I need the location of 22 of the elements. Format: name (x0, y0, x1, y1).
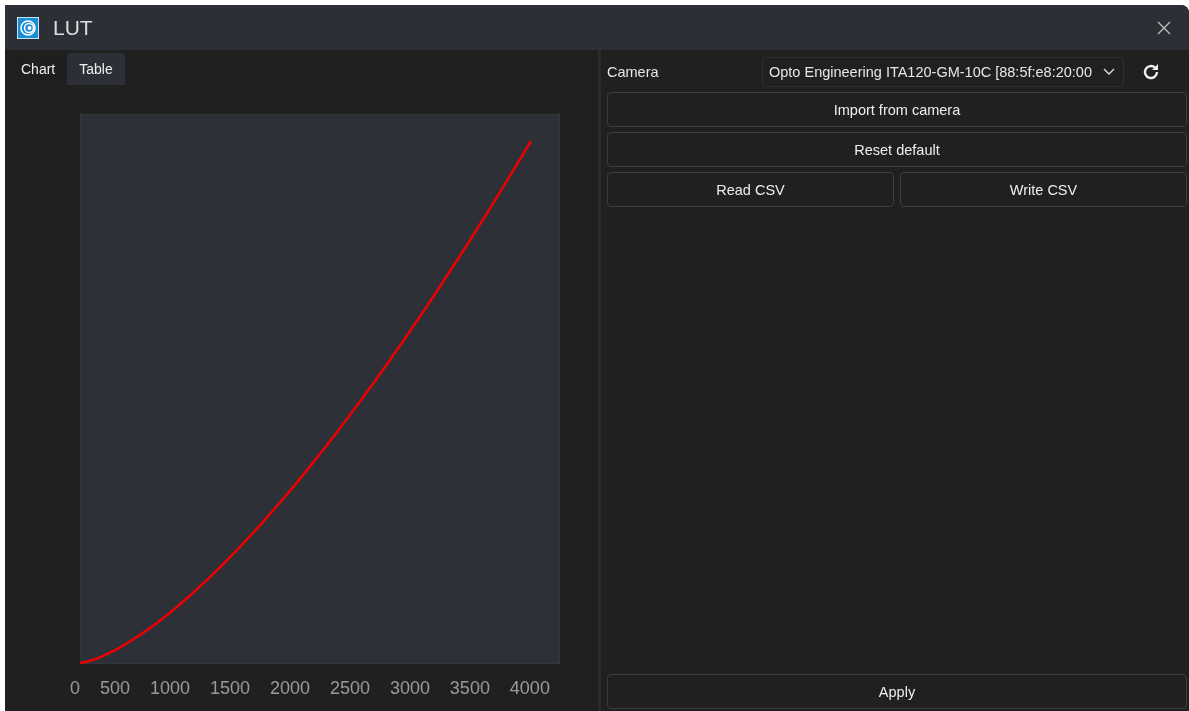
close-icon[interactable] (1157, 20, 1171, 35)
tab[interactable]: Table (67, 53, 125, 85)
axis-tick-label: 1000 (149, 678, 190, 699)
camera-label: Camera (607, 64, 660, 80)
action-button[interactable]: Import from camera (607, 92, 1187, 127)
axis-tick-label: 4000 (509, 678, 550, 699)
action-button[interactable]: Reset default (607, 132, 1187, 167)
apply-button[interactable]: Apply (607, 674, 1187, 709)
axis-tick-label: 2500 (329, 678, 370, 699)
action-button[interactable]: Read CSV (607, 172, 894, 207)
app-logo-icon (17, 16, 39, 39)
axis-tick-label: 3500 (449, 678, 490, 699)
action-button[interactable]: Write CSV (900, 172, 1187, 207)
chevron-down-icon (1103, 68, 1115, 76)
axis-tick-label: 500 (99, 678, 130, 699)
axis-tick-label: 3000 (389, 678, 430, 699)
axis-tick-label: 0 (70, 678, 80, 699)
axis-tick-label: 2000 (269, 678, 310, 699)
refresh-icon[interactable] (1141, 62, 1161, 82)
window-title: LUT (53, 15, 94, 40)
camera-dropdown[interactable]: Opto Engineering ITA120-GM-10C [88:5f:e8:20:00 (762, 57, 1124, 87)
axis-tick-label: 1500 (209, 678, 250, 699)
